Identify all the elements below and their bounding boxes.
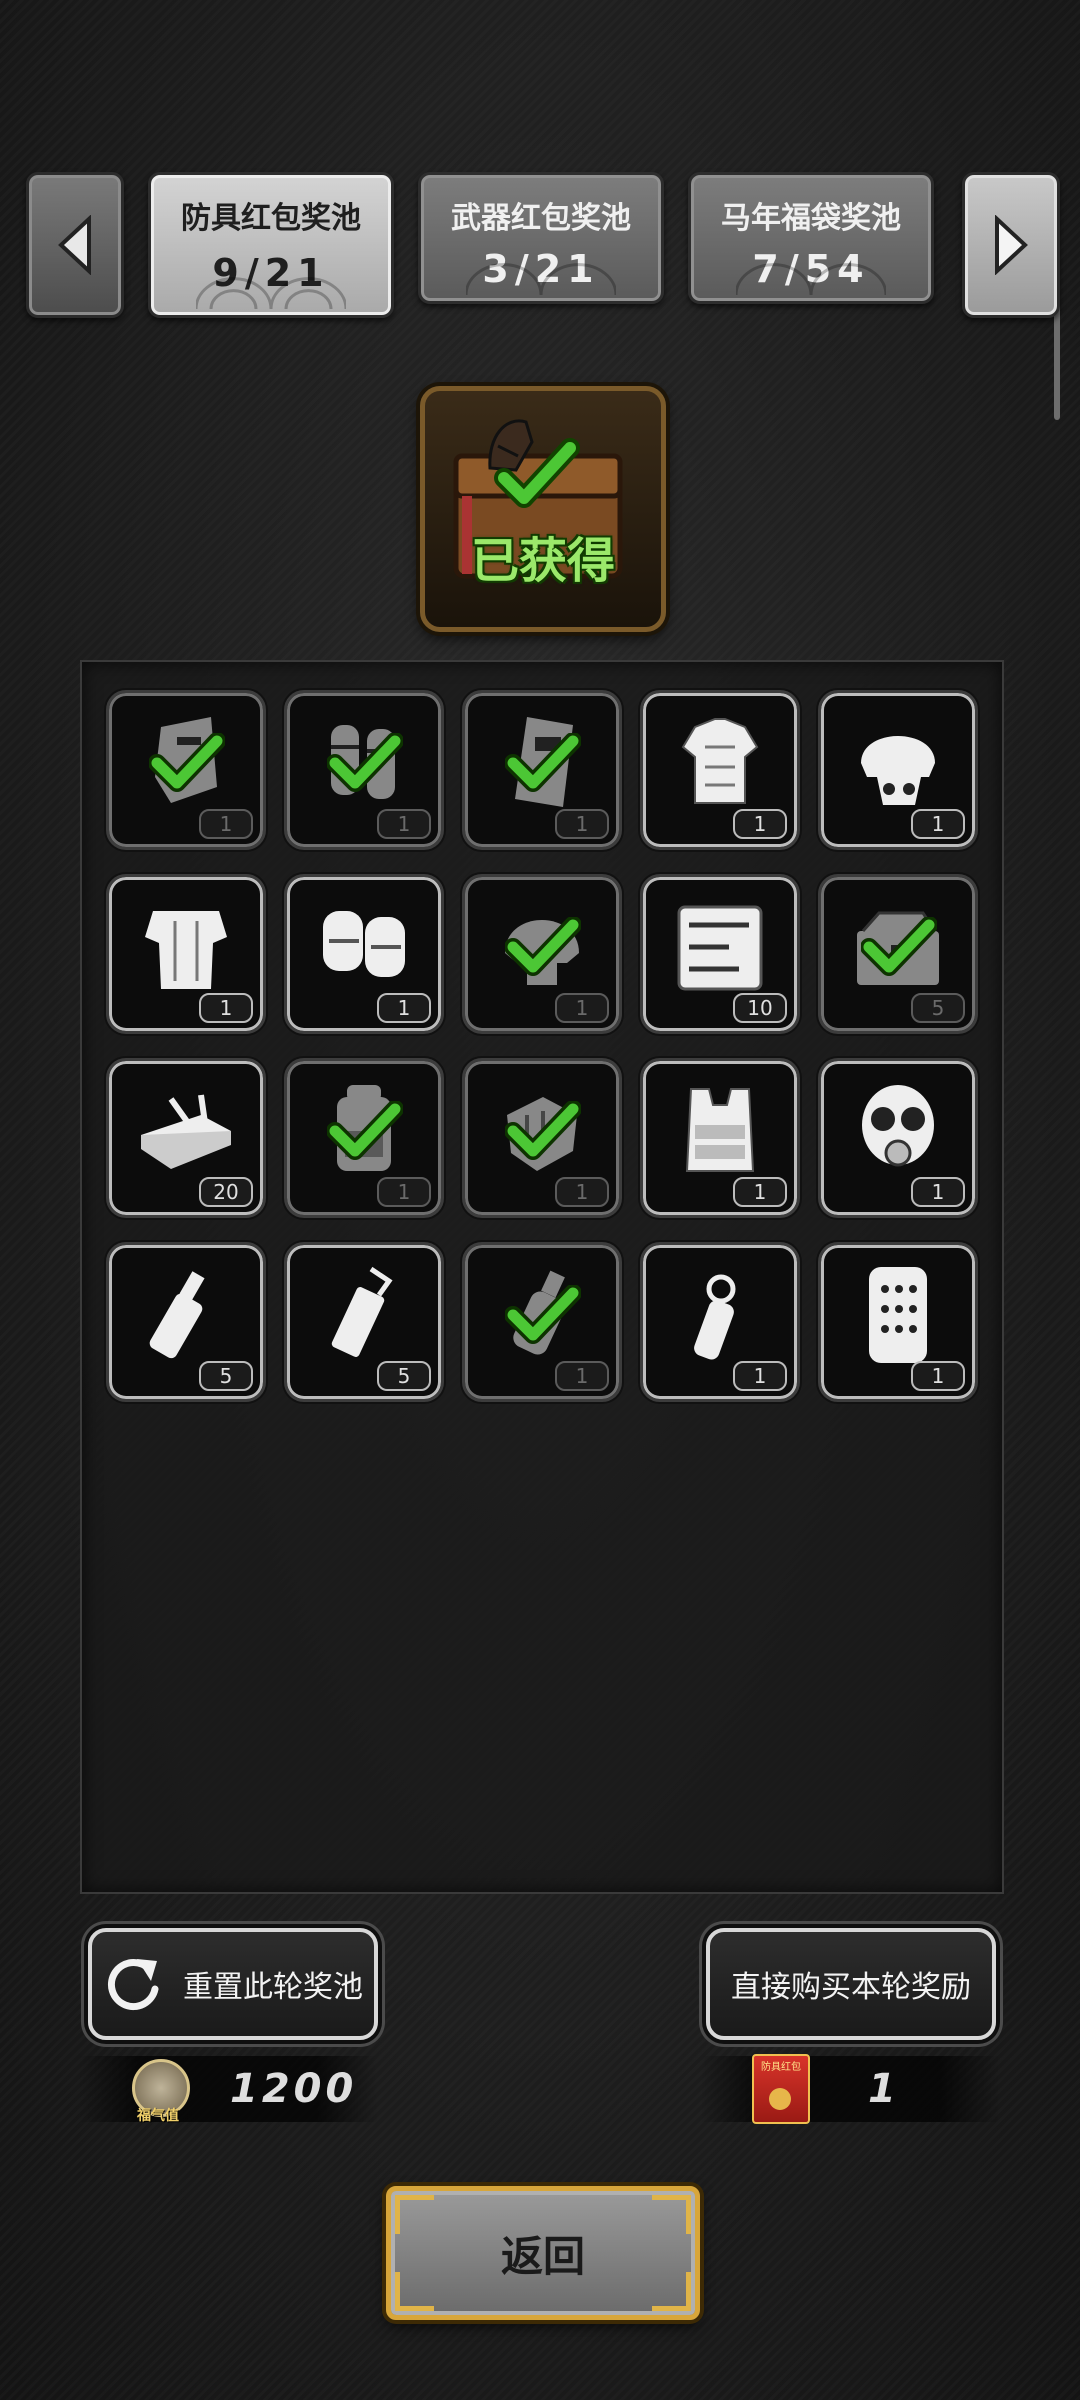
- reward-item-cell[interactable]: 1: [640, 1242, 800, 1402]
- item-quantity-badge: 1: [199, 809, 253, 839]
- item-quantity-badge: 1: [199, 993, 253, 1023]
- stun-grenade-icon: [694, 1274, 736, 1360]
- owned-check-icon: [149, 733, 225, 792]
- reward-item-cell[interactable]: 1: [640, 690, 800, 850]
- corner-ornament: [652, 2195, 691, 2234]
- tab-label: 马年福袋奖池: [721, 201, 901, 236]
- reward-item-cell[interactable]: 1: [106, 874, 266, 1034]
- item-quantity-badge: 1: [555, 1361, 609, 1391]
- reward-item-cell[interactable]: 5: [818, 874, 978, 1034]
- reset-pool-button[interactable]: 重置此轮奖池: [88, 1928, 378, 2040]
- reward-item-cell[interactable]: 5: [284, 1242, 444, 1402]
- reward-item-cell[interactable]: 1: [462, 690, 622, 850]
- reward-item-cell[interactable]: 1: [284, 874, 444, 1034]
- item-quantity-badge: 5: [911, 993, 965, 1023]
- item-quantity-badge: 1: [911, 1361, 965, 1391]
- item-quantity-badge: 1: [555, 993, 609, 1023]
- owned-check-icon: [505, 1101, 581, 1160]
- fortune-coin-icon: 福气值: [126, 2057, 190, 2124]
- reward-item-cell[interactable]: 1: [106, 690, 266, 850]
- armor-redpacket-icon: 防具红包: [752, 2054, 810, 2124]
- item-quantity-badge: 1: [377, 993, 431, 1023]
- skull-helmet-icon: [861, 736, 935, 805]
- owned-check-icon: [505, 917, 581, 976]
- smoke-grenade-icon: [331, 1266, 393, 1357]
- owned-check-icon: [505, 1285, 581, 1344]
- reward-item-cell[interactable]: 1: [284, 1058, 444, 1218]
- item-quantity-badge: 5: [199, 1361, 253, 1391]
- owned-check-icon: [327, 1101, 403, 1160]
- fortune-value-bar: 福气值 1200: [78, 2056, 378, 2124]
- buy-reward-label: 直接购买本轮奖励: [731, 1970, 971, 2005]
- item-quantity-badge: 1: [377, 1177, 431, 1207]
- item-quantity-badge: 1: [555, 809, 609, 839]
- fortune-value: 1200: [230, 2066, 358, 2112]
- reward-item-cell[interactable]: 1: [640, 1058, 800, 1218]
- refresh-icon: [107, 1959, 159, 2011]
- item-quantity-badge: 1: [555, 1177, 609, 1207]
- item-quantity-badge: 1: [911, 809, 965, 839]
- reward-item-cell[interactable]: 1: [818, 1058, 978, 1218]
- item-quantity-badge: 10: [733, 993, 787, 1023]
- redpacket-label: 防具红包: [761, 2062, 801, 2073]
- reward-item-cell[interactable]: 5: [106, 1242, 266, 1402]
- corner-ornament: [652, 2272, 691, 2311]
- item-quantity-badge: 5: [377, 1361, 431, 1391]
- flash-grenade-icon: [149, 1271, 205, 1359]
- redpacket-count-bar: 防具红包 1: [700, 2054, 1000, 2124]
- item-quantity-badge: 1: [733, 1177, 787, 1207]
- buy-reward-button[interactable]: 直接购买本轮奖励: [706, 1928, 996, 2040]
- reward-item-cell[interactable]: 1: [462, 1058, 622, 1218]
- next-tab-button[interactable]: [962, 172, 1060, 318]
- item-quantity-badge: 20: [199, 1177, 253, 1207]
- wave-pattern-icon: [196, 277, 346, 309]
- repair-kit-icon: [141, 1094, 231, 1169]
- item-quantity-badge: 1: [733, 1361, 787, 1391]
- grand-prize-chest[interactable]: 已获得: [420, 386, 666, 632]
- reward-item-cell[interactable]: 1: [284, 690, 444, 850]
- tool-kit-icon: [677, 905, 763, 991]
- reward-item-cell[interactable]: 10: [640, 874, 800, 1034]
- back-button[interactable]: 返回: [386, 2186, 700, 2320]
- corner-ornament: [395, 2272, 434, 2311]
- reward-item-cell[interactable]: 1: [462, 874, 622, 1034]
- tab-label: 武器红包奖池: [451, 201, 631, 236]
- redpacket-count: 1: [868, 2066, 900, 2112]
- item-quantity-badge: 1: [733, 809, 787, 839]
- tab-armor-pool[interactable]: 防具红包奖池 9/21: [148, 172, 394, 318]
- tab-horse-year-pool[interactable]: 马年福袋奖池 7/54: [688, 172, 934, 304]
- owned-check-icon: [327, 733, 403, 792]
- wave-pattern-icon: [736, 263, 886, 295]
- item-quantity-badge: 1: [911, 1177, 965, 1207]
- back-label: 返回: [500, 2231, 585, 2281]
- left-arrow-icon: [58, 215, 91, 275]
- corner-ornament: [395, 2195, 434, 2234]
- knee-pads-icon: [323, 911, 405, 977]
- chest-status-label: 已获得: [470, 533, 615, 589]
- right-arrow-icon: [995, 215, 1028, 275]
- vest-icon: [685, 1088, 755, 1172]
- tab-label: 防具红包奖池: [181, 201, 361, 236]
- reward-item-cell[interactable]: 1: [462, 1242, 622, 1402]
- ballistic-plate-icon: [869, 1267, 927, 1363]
- body-armor-icon: [681, 718, 759, 804]
- reward-item-cell[interactable]: 1: [818, 690, 978, 850]
- fortune-label: 福气值: [137, 2108, 179, 2124]
- wave-pattern-icon: [466, 263, 616, 295]
- tab-weapon-pool[interactable]: 武器红包奖池 3/21: [418, 172, 664, 304]
- gas-mask-icon: [862, 1085, 934, 1167]
- owned-check-icon: [861, 917, 937, 976]
- prev-tab-button[interactable]: [26, 172, 124, 318]
- heavy-armor-icon: [145, 911, 227, 989]
- reward-item-cell[interactable]: 1: [818, 1242, 978, 1402]
- owned-check-icon: [505, 733, 581, 792]
- reset-pool-label: 重置此轮奖池: [183, 1970, 363, 2005]
- item-quantity-badge: 1: [377, 809, 431, 839]
- reward-item-cell[interactable]: 20: [106, 1058, 266, 1218]
